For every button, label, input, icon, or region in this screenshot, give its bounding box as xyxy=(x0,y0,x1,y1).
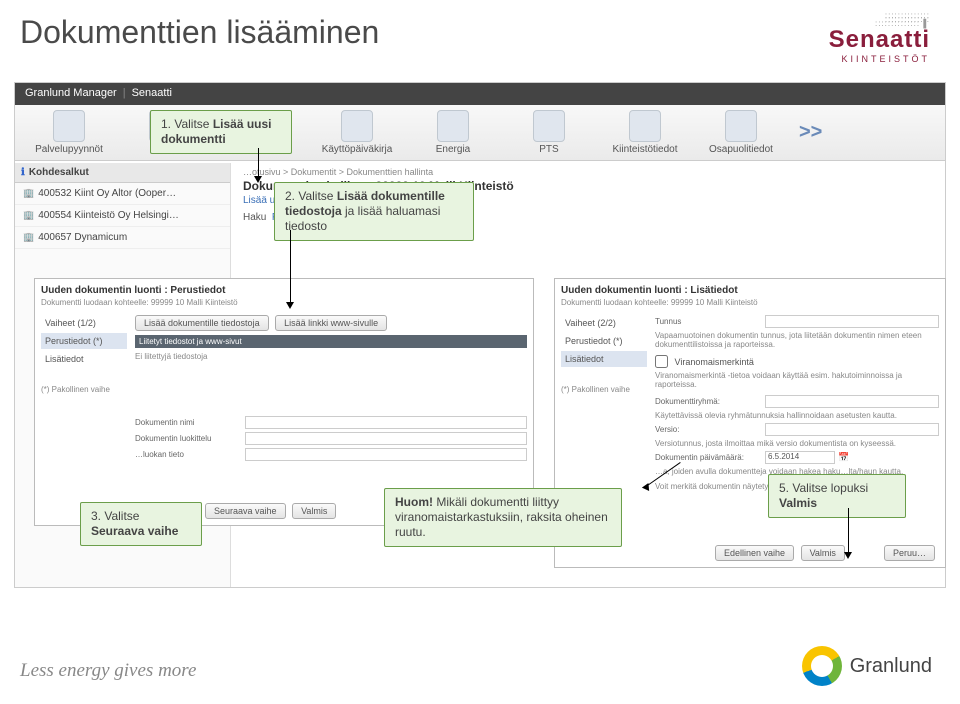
cancel-button[interactable]: Peruu… xyxy=(884,545,935,561)
arrow xyxy=(258,148,259,178)
senaatti-logo: ::::::::::::::::::::::::::::::::::::::::… xyxy=(829,14,930,64)
granlund-logo: Granlund xyxy=(802,646,932,686)
field-label: Dokumentin päivämäärä: xyxy=(655,453,765,462)
prev-button[interactable]: Edellinen vaihe xyxy=(715,545,794,561)
step-tab[interactable]: Perustiedot (*) xyxy=(561,333,647,349)
app-titlebar: Granlund Manager|Senaatti xyxy=(15,83,945,105)
sidebar-item[interactable]: 400532 Kiint Oy Altor (Ooper… xyxy=(15,183,230,205)
tool-palvelupyynnot[interactable]: Palvelupyynnöt xyxy=(21,110,117,155)
tool-osapuoli[interactable]: Osapuolitiedot xyxy=(693,110,789,155)
field-label: Dokumenttiryhmä: xyxy=(655,397,765,406)
help-text: Vapaamuotoinen dokumentin tunnus, jota l… xyxy=(655,331,939,349)
breadcrumb: …otusivu > Dokumentit > Dokumenttien hal… xyxy=(243,167,937,177)
panel-title: Uuden dokumentin luonti : Perustiedot xyxy=(41,285,527,296)
tunnus-input[interactable] xyxy=(765,315,939,328)
ryhma-input[interactable] xyxy=(765,395,939,408)
field-label: Dokumentin luokittelu xyxy=(135,434,245,443)
date-input[interactable]: 6.5.2014 xyxy=(765,451,835,464)
granlund-text: Granlund xyxy=(850,655,932,678)
toolbar-more[interactable]: >> xyxy=(799,121,822,144)
arrow xyxy=(848,508,849,554)
help-text: Versiotunnus, josta ilmoittaa mikä versi… xyxy=(655,439,939,448)
finish-button[interactable]: Valmis xyxy=(801,545,845,561)
slide-title: Dokumenttien lisääminen xyxy=(20,14,379,51)
arrow xyxy=(290,230,291,304)
finish-button[interactable]: Valmis xyxy=(292,503,336,519)
tool-kayttopk[interactable]: Käyttöpäiväkirja xyxy=(309,110,405,155)
field-label: …luokan tieto xyxy=(135,450,245,459)
tool-pts[interactable]: PTS xyxy=(501,110,597,155)
add-file-button[interactable]: Lisää dokumentille tiedostoja xyxy=(135,315,269,331)
callout-4: Huom! Mikäli dokumentti liittyy viranoma… xyxy=(384,488,622,547)
field-label: Tunnus xyxy=(655,317,765,326)
sidebar-item[interactable]: 400554 Kiinteistö Oy Helsingi… xyxy=(15,205,230,227)
logo-text: Senaatti xyxy=(829,26,930,54)
field-label: Versio: xyxy=(655,425,765,434)
doc-class-input[interactable] xyxy=(245,432,527,445)
logo-subtext: KIINTEISTÖT xyxy=(829,54,930,64)
callout-2: 2. Valitse Lisää dokumentille tiedostoja… xyxy=(274,182,474,241)
attachments-header: Liitetyt tiedostot ja www-sivut xyxy=(135,335,527,348)
callout-5: 5. Valitse lopuksi Valmis xyxy=(768,474,906,518)
granlund-icon xyxy=(802,646,842,686)
help-text: Käytettävissä olevia ryhmätunnuksia hall… xyxy=(655,411,939,420)
add-link-button[interactable]: Lisää linkki www-sivulle xyxy=(275,315,387,331)
no-attachments: Ei liitettyjä tiedostoja xyxy=(135,352,527,361)
search-label: Haku xyxy=(243,212,266,223)
checkbox-label: Viranomaismerkintä xyxy=(675,357,754,367)
step-tab[interactable]: Lisätiedot xyxy=(561,351,647,367)
required-note: (*) Pakollinen vaihe xyxy=(561,385,647,394)
step-tab[interactable]: Lisätiedot xyxy=(41,351,127,367)
doc-class2-input[interactable] xyxy=(245,448,527,461)
callout-3: 3. Valitse Seuraava vaihe xyxy=(80,502,202,546)
required-note: (*) Pakollinen vaihe xyxy=(41,385,127,394)
doc-name-input[interactable] xyxy=(245,416,527,429)
viranomais-checkbox[interactable] xyxy=(655,355,668,368)
next-button[interactable]: Seuraava vaihe xyxy=(205,503,286,519)
help-text: Viranomaismerkintä -tietoa voidaan käytt… xyxy=(655,371,939,389)
field-label: Dokumentin nimi xyxy=(135,418,245,427)
step-tab[interactable]: Vaiheet (1/2) xyxy=(41,315,127,331)
panel-title: Uuden dokumentin luonti : Lisätiedot xyxy=(561,285,939,296)
tool-energia[interactable]: Energia xyxy=(405,110,501,155)
calendar-icon[interactable]: 📅 xyxy=(838,452,849,463)
versio-input[interactable] xyxy=(765,423,939,436)
footer-tagline: Less energy gives more xyxy=(20,660,196,682)
panel-subtitle: Dokumentti luodaan kohteelle: 99999 10 M… xyxy=(561,298,939,307)
tool-kiinteisto[interactable]: Kiinteistötiedot xyxy=(597,110,693,155)
sidebar-item[interactable]: 400657 Dynamicum xyxy=(15,227,230,249)
callout-1: 1. Valitse Lisää uusi dokumentti xyxy=(150,110,292,154)
sidebar-header: ℹKohdesalkut xyxy=(15,163,230,183)
panel-subtitle: Dokumentti luodaan kohteelle: 99999 10 M… xyxy=(41,298,527,307)
step-tab[interactable]: Perustiedot (*) xyxy=(41,333,127,349)
step-tab[interactable]: Vaiheet (2/2) xyxy=(561,315,647,331)
